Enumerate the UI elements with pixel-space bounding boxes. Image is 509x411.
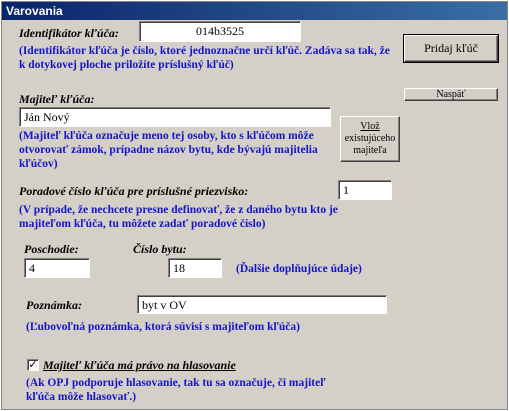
insert-existing-owner-button[interactable]: Vlož existujúceho majiteľa	[340, 116, 400, 162]
insert-button-line3: majiteľa	[353, 145, 387, 156]
note-field[interactable]: byt v OV	[137, 295, 387, 314]
owner-label: Majiteľ kľúča:	[19, 92, 95, 106]
voting-hint: (Ak OPJ podporuje hlasovanie, tak tu sa …	[26, 377, 326, 403]
sequence-label: Poradové číslo kľúča pre príslušné priez…	[19, 184, 249, 198]
flat-field[interactable]: 18	[168, 258, 222, 278]
key-id-hint: (Identifikátor kľúča je číslo, ktoré jed…	[19, 45, 390, 71]
extra-info-hint: (Ďalšie doplňujúce údaje)	[236, 263, 362, 275]
note-label: Poznámka:	[26, 298, 83, 312]
window-title: Varovania	[2, 2, 507, 20]
floor-label: Poschodie:	[24, 242, 79, 256]
add-key-button[interactable]: Pridaj kľúč	[403, 34, 499, 63]
sequence-hint: (V prípade, že nechcete presne definovať…	[19, 204, 338, 230]
insert-button-line2: existujúceho	[344, 133, 396, 144]
flat-label: Číslo bytu:	[133, 242, 187, 256]
insert-button-line1: Vlož	[360, 121, 380, 132]
warnings-window: Varovania Identifikátor kľúča: 014b3525 …	[1, 1, 508, 410]
owner-hint: (Majiteľ kľúča označuje meno tej osoby, …	[19, 130, 318, 170]
key-id-label: Identifikátor kľúča:	[19, 26, 119, 40]
voting-label[interactable]: Majiteľ kľúča má právo na hlasovanie	[43, 358, 236, 373]
owner-field[interactable]: Ján Nový	[19, 107, 331, 127]
back-button[interactable]: Naspäť	[404, 88, 498, 101]
voting-checkbox[interactable]: ✓	[27, 359, 39, 371]
key-id-field[interactable]: 014b3525	[139, 21, 301, 42]
sequence-field[interactable]: 1	[338, 180, 392, 200]
floor-field[interactable]: 4	[24, 258, 90, 278]
note-hint: (Ľubovoľná poznámka, ktorá súvisí s maji…	[26, 321, 300, 333]
